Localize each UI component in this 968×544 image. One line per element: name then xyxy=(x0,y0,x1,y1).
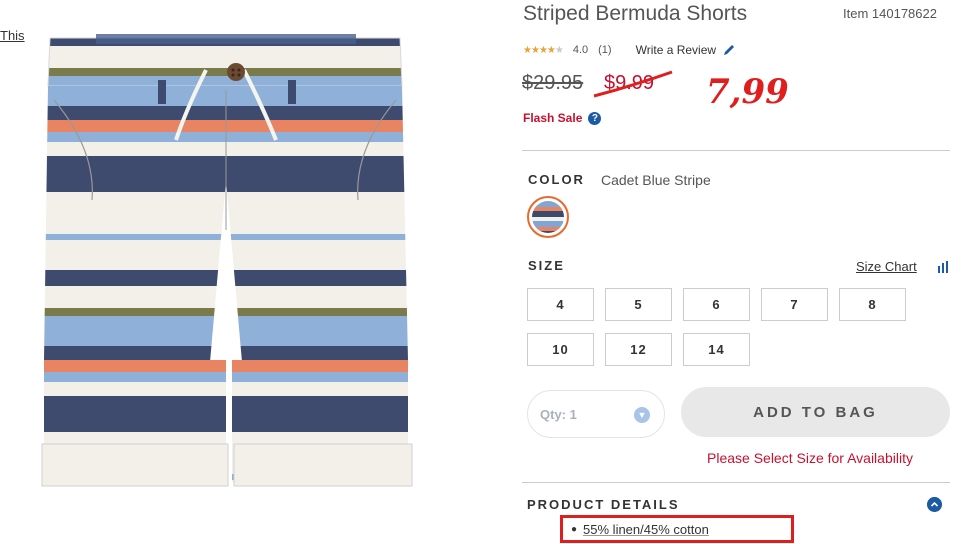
color-value: Cadet Blue Stripe xyxy=(601,172,711,188)
size-button-5[interactable]: 5 xyxy=(605,288,672,321)
product-details-heading[interactable]: PRODUCT DETAILS xyxy=(527,497,680,512)
flash-sale-row: Flash Sale ? xyxy=(523,111,602,125)
rating-value: 4.0 xyxy=(572,44,589,56)
size-button-7[interactable]: 7 xyxy=(761,288,828,321)
left-link[interactable]: This xyxy=(0,28,25,43)
star-icon: ★ xyxy=(530,44,540,56)
star-icon: ★ xyxy=(538,44,548,56)
availability-message: Please Select Size for Availability xyxy=(707,450,913,466)
size-chart-link[interactable]: Size Chart xyxy=(856,259,917,274)
star-icon: ★ xyxy=(523,44,532,56)
item-number: Item 140178622 xyxy=(843,6,937,21)
size-label: SIZE xyxy=(528,258,565,273)
divider xyxy=(522,150,950,151)
add-to-bag-button[interactable]: ADD TO BAG xyxy=(681,387,950,437)
product-image xyxy=(41,34,413,487)
divider xyxy=(522,482,950,483)
star-icon: ★ xyxy=(554,44,564,56)
size-button-10[interactable]: 10 xyxy=(527,333,594,366)
help-icon[interactable]: ? xyxy=(588,111,602,125)
bullet-icon: ● xyxy=(571,523,578,535)
product-title: Striped Bermuda Shorts xyxy=(523,2,748,25)
product-detail-item: ● 55% linen/45% cotton xyxy=(560,515,794,543)
star-icon: ★ xyxy=(546,44,556,56)
chevron-down-icon[interactable]: ▼ xyxy=(634,407,650,423)
star-rating: ★★★★★ xyxy=(523,44,564,56)
flash-sale-label: Flash Sale xyxy=(523,111,583,125)
size-button-8[interactable]: 8 xyxy=(839,288,906,321)
write-review-link[interactable]: Write a Review xyxy=(636,43,716,57)
size-button-6[interactable]: 6 xyxy=(683,288,750,321)
size-options: 4 5 6 7 8 10 12 14 xyxy=(527,288,917,366)
rating-row: ★★★★★ 4.0 (1) Write a Review xyxy=(523,42,736,58)
color-label: COLOR xyxy=(528,172,585,187)
handwritten-price-annotation: 7,99 xyxy=(706,72,789,112)
size-button-14[interactable]: 14 xyxy=(683,333,750,366)
review-count[interactable]: (1) xyxy=(598,44,611,56)
swatch-image xyxy=(532,201,564,233)
chevron-up-icon[interactable] xyxy=(927,497,942,512)
bar-chart-icon[interactable] xyxy=(937,261,949,273)
size-button-12[interactable]: 12 xyxy=(605,333,672,366)
color-swatch-selected[interactable] xyxy=(527,196,569,238)
detail-text: 55% linen/45% cotton xyxy=(583,521,709,537)
size-button-4[interactable]: 4 xyxy=(527,288,594,321)
quantity-select[interactable]: Qty: 1 ▼ xyxy=(527,390,665,438)
red-strikethrough-annotation xyxy=(593,70,673,98)
pencil-icon[interactable] xyxy=(722,43,736,57)
quantity-value: Qty: 1 xyxy=(540,406,577,422)
original-price: $29.95 xyxy=(522,72,584,94)
